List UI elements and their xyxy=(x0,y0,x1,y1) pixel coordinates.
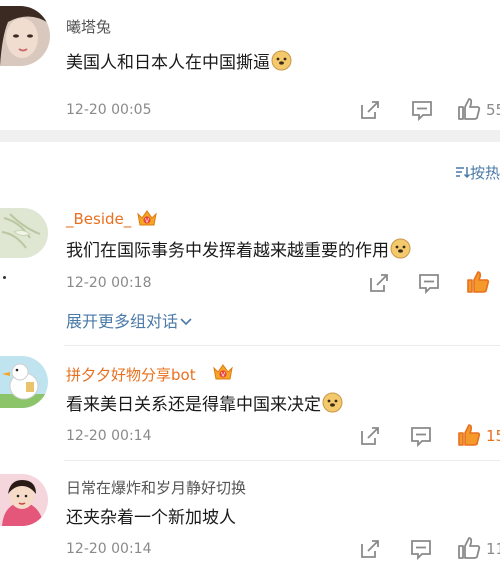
thumbs-up-icon xyxy=(458,98,481,120)
like-button[interactable] xyxy=(456,96,482,122)
share-button[interactable] xyxy=(366,270,392,296)
thumbs-up-icon xyxy=(467,271,490,293)
comment-text: 我们在国际事务中发挥着越来越重要的作用 xyxy=(66,236,411,264)
doge-emoji-icon xyxy=(390,238,411,264)
avatar[interactable] xyxy=(0,6,50,66)
like-count: 11 xyxy=(486,540,500,558)
comment-icon xyxy=(412,101,432,122)
vip-badge-icon: V xyxy=(136,208,158,232)
divider xyxy=(64,345,500,346)
comment-time: 12-20 00:14 xyxy=(66,428,152,444)
comment-text: 美国人和日本人在中国撕逼 xyxy=(66,48,292,76)
comment-time: 12-20 00:05 xyxy=(66,102,152,118)
vip-badge-icon: V xyxy=(212,362,234,386)
comment-icon xyxy=(419,274,439,295)
comment-content: 还夹杂着一个新加坡人 xyxy=(66,508,236,528)
doge-emoji-icon xyxy=(322,392,343,418)
username[interactable]: 曦塔兔 xyxy=(66,16,111,37)
chevron-down-icon xyxy=(180,311,192,330)
comment-time: 12-20 00:14 xyxy=(66,541,152,557)
like-button[interactable] xyxy=(456,535,482,561)
username[interactable]: 日常在爆炸和岁月静好切换 xyxy=(66,477,246,498)
share-button[interactable] xyxy=(357,536,383,562)
comment-content: 我们在国际事务中发挥着越来越重要的作用 xyxy=(66,241,389,261)
comment-text: 看来美日关系还是得靠中国来决定 xyxy=(66,390,343,418)
like-count: 55 xyxy=(486,101,500,119)
share-icon xyxy=(370,274,388,292)
avatar[interactable] xyxy=(0,208,48,258)
section-divider xyxy=(0,130,500,142)
thumbs-up-icon xyxy=(458,537,481,559)
share-button[interactable] xyxy=(357,97,383,123)
sort-label: 按热 xyxy=(469,164,500,182)
share-icon xyxy=(361,540,379,558)
comment-icon xyxy=(411,427,431,448)
sort-toggle[interactable]: 按热 xyxy=(454,162,500,184)
divider xyxy=(64,460,500,461)
dot-marker xyxy=(3,276,6,279)
expand-replies-link[interactable]: 展开更多组对话 xyxy=(66,308,192,332)
comment-content: 美国人和日本人在中国撕逼 xyxy=(66,53,270,73)
expand-replies-label: 展开更多组对话 xyxy=(66,312,179,331)
like-count: 15 xyxy=(486,427,500,445)
like-button[interactable] xyxy=(456,422,482,448)
reply-button[interactable] xyxy=(416,270,442,296)
avatar[interactable] xyxy=(0,474,48,526)
avatar[interactable] xyxy=(0,356,48,408)
thumbs-up-icon xyxy=(458,424,481,446)
sort-icon xyxy=(454,164,471,184)
share-icon xyxy=(361,101,379,119)
comment-text: 还夹杂着一个新加坡人 xyxy=(66,503,236,528)
doge-emoji-icon xyxy=(271,50,292,76)
reply-button[interactable] xyxy=(409,97,435,123)
like-button[interactable] xyxy=(465,269,491,295)
share-button[interactable] xyxy=(357,423,383,449)
comment-time: 12-20 00:18 xyxy=(66,275,152,291)
comment-content: 看来美日关系还是得靠中国来决定 xyxy=(66,395,321,415)
username[interactable]: _Beside_ xyxy=(66,210,131,228)
username[interactable]: 拼夕夕好物分享bot xyxy=(66,364,196,385)
reply-button[interactable] xyxy=(408,423,434,449)
share-icon xyxy=(361,427,379,445)
reply-button[interactable] xyxy=(408,536,434,562)
comment-icon xyxy=(411,540,431,561)
